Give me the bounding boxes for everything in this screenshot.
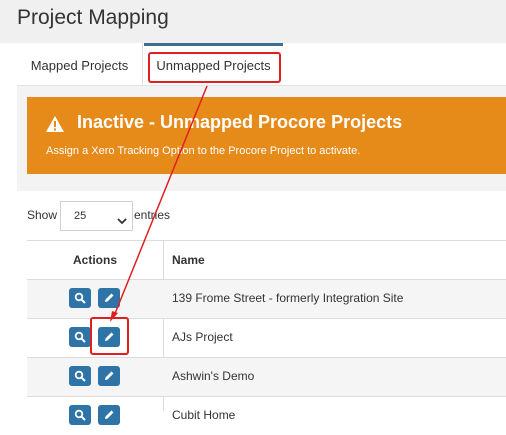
project-name: Cubit Home: [172, 408, 236, 422]
tab-mapped-projects[interactable]: Mapped Projects: [17, 43, 143, 85]
view-button[interactable]: [69, 288, 91, 308]
view-button[interactable]: [69, 366, 91, 386]
edit-button[interactable]: [98, 288, 120, 308]
pencil-icon: [105, 410, 114, 419]
column-header-name[interactable]: Name: [172, 241, 205, 279]
chevron-down-icon: [117, 212, 127, 225]
entries-select-value: 25: [74, 210, 87, 222]
search-icon: [74, 370, 86, 382]
edit-button[interactable]: [98, 366, 120, 386]
show-label: Show: [27, 208, 58, 222]
table-row: 139 Frome Street - formerly Integration …: [27, 279, 506, 318]
annotation-highlight-tab: [148, 52, 281, 83]
search-icon: [74, 292, 86, 304]
view-button[interactable]: [69, 327, 91, 347]
page-header: Project Mapping: [0, 0, 506, 43]
search-icon: [74, 331, 86, 343]
project-name: 139 Frome Street - formerly Integration …: [172, 291, 404, 305]
entries-label: entries: [134, 208, 171, 222]
alert-message: Assign a Xero Tracking Option to the Pro…: [46, 145, 361, 157]
column-header-actions[interactable]: Actions: [27, 241, 164, 279]
view-button[interactable]: [69, 405, 91, 425]
search-icon: [74, 409, 86, 421]
alert-title: Inactive - Unmapped Procore Projects: [77, 112, 403, 132]
annotation-highlight-edit: [90, 317, 129, 355]
table-row: Cubit Home: [27, 396, 506, 435]
warning-triangle-icon: [45, 115, 65, 133]
project-name: Ashwin's Demo: [172, 369, 255, 383]
page-title: Project Mapping: [17, 6, 169, 29]
project-name: AJs Project: [172, 330, 233, 344]
inactive-alert: Inactive - Unmapped Procore Projects Ass…: [27, 97, 506, 174]
edit-button[interactable]: [98, 405, 120, 425]
table-row: Ashwin's Demo: [27, 357, 506, 396]
pencil-icon: [105, 293, 114, 302]
entries-per-page-select[interactable]: 25: [60, 201, 133, 231]
pencil-icon: [105, 371, 114, 380]
